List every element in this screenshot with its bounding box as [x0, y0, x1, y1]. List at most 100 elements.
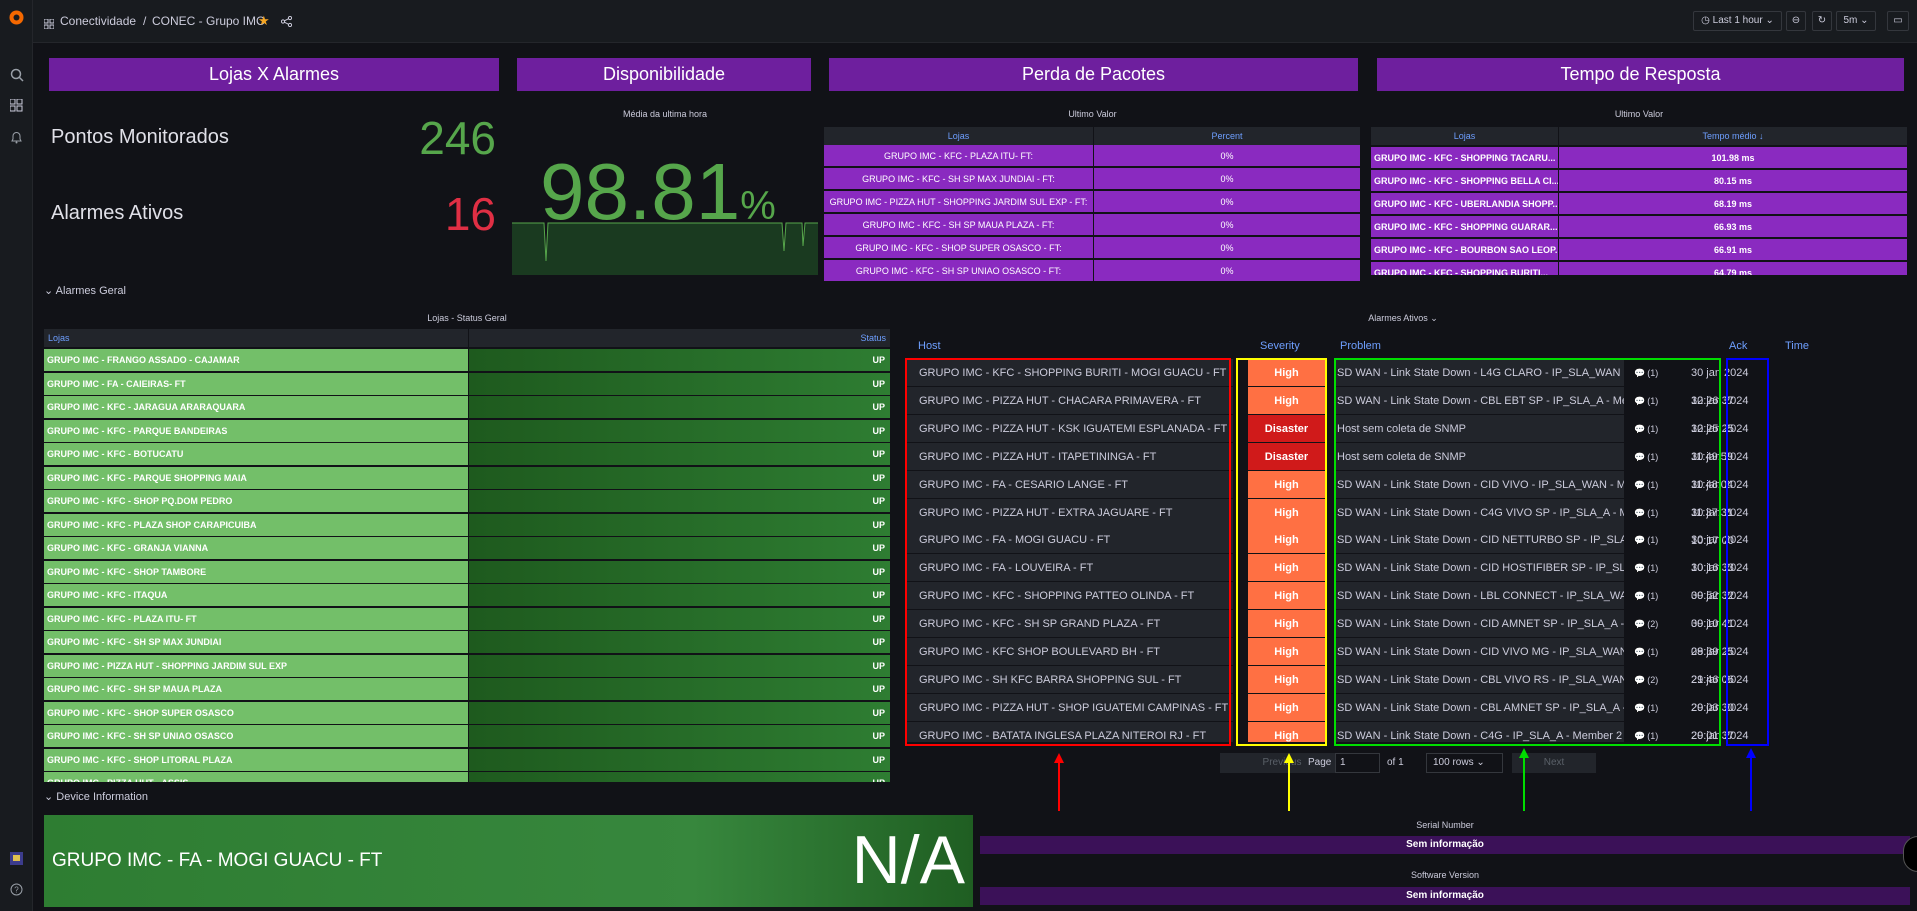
- perda-cell-percent: 0%: [1094, 168, 1360, 189]
- tempo-table-row: GRUPO IMC - KFC - SHOPPING GUARAR... 66.9…: [1371, 216, 1907, 238]
- perda-cell-percent: 0%: [1094, 214, 1360, 235]
- search-icon[interactable]: [8, 68, 25, 85]
- tempo-table-row: GRUPO IMC - KFC - SHOPPING TACARU... 101.…: [1371, 147, 1907, 169]
- loja-status: UP: [469, 372, 890, 395]
- lojas-table-row[interactable]: GRUPO IMC - KFC - ITAQUA UP: [44, 584, 890, 607]
- lojas-table-row[interactable]: GRUPO IMC - KFC - PARQUE BANDEIRAS UP: [44, 419, 890, 443]
- loja-name: GRUPO IMC - KFC - SHOP TAMBORE: [44, 560, 468, 583]
- breadcrumb-folder[interactable]: Conectividade: [60, 14, 136, 28]
- rows-per-page-label: 100 rows: [1433, 757, 1474, 768]
- device-name-panel: GRUPO IMC - FA - MOGI GUACU - FT N/A: [44, 815, 973, 907]
- tempo-col-medio[interactable]: Tempo médio ↓: [1559, 127, 1907, 145]
- tempo-cell-loja: GRUPO IMC - KFC - SHOPPING GUARAR...: [1371, 216, 1558, 237]
- perda-subtitle: Ultimo Valor: [1068, 109, 1117, 119]
- page-number-input[interactable]: 1: [1335, 753, 1380, 773]
- alarmes-ativos-panel-title[interactable]: Alarmes Ativos ⌄: [903, 313, 1903, 324]
- lojas-table-row[interactable]: GRUPO IMC - KFC - SH SP UNIAO OSASCO UP: [44, 725, 890, 748]
- lojas-table-row[interactable]: GRUPO IMC - KFC - SH SP MAUA PLAZA UP: [44, 678, 890, 701]
- loja-status: UP: [469, 419, 890, 442]
- tempo-table-row: GRUPO IMC - KFC - UBERLANDIA SHOPP... 68.…: [1371, 193, 1907, 215]
- disponibilidade-unit: %: [740, 184, 776, 228]
- alarmes-col-ack[interactable]: Ack: [1729, 340, 1747, 352]
- lojas-table-row[interactable]: GRUPO IMC - KFC - BOTUCATU UP: [44, 443, 890, 466]
- grafana-logo-icon[interactable]: [8, 9, 25, 26]
- serial-number-label: Serial Number: [1416, 820, 1474, 830]
- loja-name: GRUPO IMC - KFC - ITAQUA: [44, 584, 468, 606]
- loja-status: UP: [469, 537, 890, 559]
- lojas-table-row[interactable]: GRUPO IMC - KFC - JARAGUA ARARAQUARA UP: [44, 396, 890, 419]
- lojas-table-row[interactable]: GRUPO IMC - FRANGO ASSADO - CAJAMAR UP: [44, 349, 890, 372]
- alarmes-col-time[interactable]: Time: [1785, 340, 1809, 352]
- software-version-label: Software Version: [1410, 870, 1480, 880]
- perda-col-percent[interactable]: Percent: [1094, 127, 1360, 145]
- loja-status: UP: [469, 584, 890, 606]
- disponibilidade-subtitle: Média da ultima hora: [622, 109, 708, 119]
- disponibilidade-title: Disponibilidade: [517, 58, 811, 91]
- device-value: N/A: [851, 822, 965, 898]
- lojas-table-row[interactable]: GRUPO IMC - PIZZA HUT - ASSISUP: [44, 772, 890, 782]
- lojas-table-row[interactable]: GRUPO IMC - KFC - SH SP MAX JUNDIAI UP: [44, 631, 890, 654]
- pontos-monitorados-value: 246: [419, 112, 496, 164]
- loja-status: UP: [469, 513, 890, 536]
- perda-cell-loja: GRUPO IMC - KFC - SH SP MAUA PLAZA - FT:: [824, 214, 1093, 235]
- alarmes-col-severity[interactable]: Severity: [1260, 340, 1300, 352]
- blue-arrow-icon: [1744, 748, 1758, 811]
- help-icon[interactable]: ?: [8, 883, 25, 900]
- loja-name: GRUPO IMC - KFC - SHOP SUPER OSASCO: [44, 701, 468, 724]
- time-range-picker[interactable]: ◷ Last 1 hour ⌄: [1693, 11, 1782, 31]
- perda-col-lojas[interactable]: Lojas: [824, 127, 1093, 145]
- lojas-table-row[interactable]: GRUPO IMC - PIZZA HUT - SHOPPING JARDIM …: [44, 654, 890, 678]
- page-label: Page: [1308, 757, 1332, 768]
- loja-status: UP: [469, 701, 890, 724]
- lojas-table-row[interactable]: GRUPO IMC - KFC - GRANJA VIANNA UP: [44, 537, 890, 560]
- lojas-table-row[interactable]: GRUPO IMC - KFC - SHOP SUPER OSASCO UP: [44, 701, 890, 725]
- serial-number-value: Sem informação: [980, 836, 1910, 854]
- alarmes-col-host[interactable]: Host: [918, 340, 941, 352]
- user-avatar-icon[interactable]: [8, 851, 25, 868]
- lojas-table-row[interactable]: GRUPO IMC - KFC - SHOP LITORAL PLAZA UP: [44, 748, 890, 772]
- alarmes-geral-row[interactable]: ⌄ Alarmes Geral: [44, 284, 126, 297]
- dashboards-icon[interactable]: [8, 98, 25, 116]
- lojas-table-row[interactable]: GRUPO IMC - FA - CAIEIRAS- FT UP: [44, 372, 890, 396]
- green-arrow-icon: [1517, 748, 1531, 811]
- loja-status: UP: [469, 678, 890, 700]
- alarmes-ativos-title-text: Alarmes Ativos: [1368, 313, 1428, 323]
- lojas-col-name[interactable]: Lojas: [44, 329, 468, 347]
- device-info-row[interactable]: ⌄ Device Information: [44, 790, 148, 803]
- loja-name: GRUPO IMC - KFC - PARQUE SHOPPING MAIA: [44, 466, 468, 489]
- alerting-bell-icon[interactable]: [8, 131, 25, 148]
- lojas-table-row[interactable]: GRUPO IMC - KFC - SHOP TAMBORE UP: [44, 560, 890, 584]
- refresh-interval-picker[interactable]: 5m ⌄: [1836, 11, 1876, 31]
- loja-status: UP: [469, 631, 890, 653]
- side-expand-button[interactable]: [1903, 836, 1917, 872]
- lojas-table-row[interactable]: GRUPO IMC - KFC - SHOP PQ.DOM PEDRO UP: [44, 490, 890, 513]
- perda-cell-loja: GRUPO IMC - KFC - SH SP MAX JUNDIAI - FT…: [824, 168, 1093, 189]
- zoom-out-button[interactable]: ⊖: [1786, 11, 1806, 31]
- loja-status: UP: [469, 772, 890, 782]
- tv-mode-icon[interactable]: ▭: [1887, 11, 1909, 31]
- lojas-table-row[interactable]: GRUPO IMC - KFC - PLAZA SHOP CARAPICUIBA…: [44, 513, 890, 537]
- lojas-table-row[interactable]: GRUPO IMC - KFC - PLAZA ITU- FT UP: [44, 607, 890, 631]
- star-icon[interactable]: ★: [258, 13, 270, 29]
- loja-status: UP: [469, 654, 890, 677]
- perda-cell-loja: GRUPO IMC - KFC - SHOP SUPER OSASCO - FT…: [824, 237, 1093, 258]
- svg-text:?: ?: [14, 886, 19, 895]
- disponibilidade-value: 98.81%: [540, 152, 776, 232]
- refresh-button[interactable]: ↻: [1812, 11, 1832, 31]
- perda-cell-loja: GRUPO IMC - PIZZA HUT - SHOPPING JARDIM …: [824, 191, 1093, 212]
- software-version-value: Sem informação: [980, 887, 1910, 905]
- tempo-col-lojas[interactable]: Lojas: [1371, 127, 1558, 145]
- lojas-table-row[interactable]: GRUPO IMC - KFC - PARQUE SHOPPING MAIA UP: [44, 466, 890, 490]
- loja-name: GRUPO IMC - KFC - SHOP LITORAL PLAZA: [44, 748, 468, 771]
- loja-name: GRUPO IMC - KFC - SH SP MAX JUNDIAI: [44, 631, 468, 653]
- lojas-col-status[interactable]: Status: [469, 329, 890, 347]
- host-highlight-box: [905, 358, 1231, 746]
- rows-per-page-select[interactable]: 100 rows ⌄: [1426, 753, 1503, 773]
- disponibilidade-number: 98.81: [540, 147, 741, 236]
- alarmes-col-problem[interactable]: Problem: [1340, 340, 1381, 352]
- breadcrumb-dashboard[interactable]: CONEC - Grupo IMC: [152, 14, 265, 28]
- tempo-cell-valor: 64.79 ms: [1559, 262, 1907, 275]
- share-icon[interactable]: [280, 14, 293, 32]
- breadcrumb-separator: /: [143, 14, 147, 28]
- tempo-subtitle: Ultimo Valor: [1614, 109, 1664, 119]
